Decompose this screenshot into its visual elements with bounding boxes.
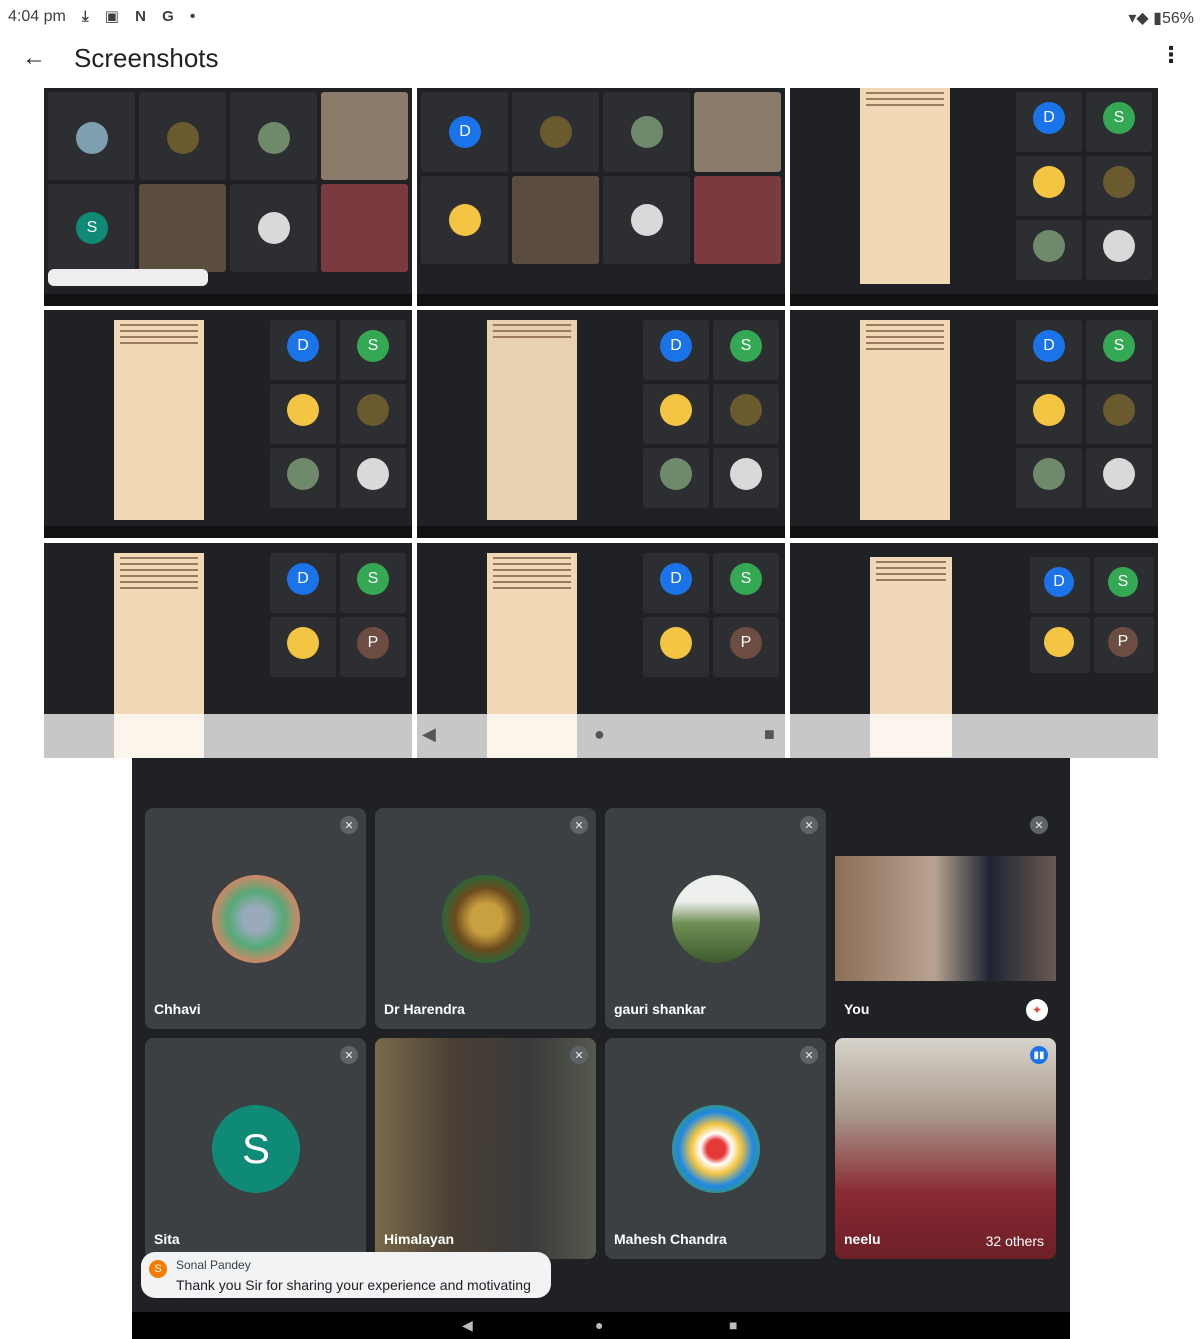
screenshot-thumbnail[interactable]: D S xyxy=(44,310,412,538)
video-feed xyxy=(835,856,1056,981)
nav-home-icon[interactable]: ● xyxy=(595,1317,603,1333)
avatar xyxy=(442,875,530,963)
participant-name: Sita xyxy=(154,1231,180,1247)
participant-tile[interactable]: ✕ Dr Harendra xyxy=(375,808,596,1029)
mic-off-icon: ✕ xyxy=(800,1046,818,1064)
page-title: Screenshots xyxy=(74,43,219,73)
participant-name: Chhavi xyxy=(154,1001,201,1017)
participant-tile[interactable]: ✕ Chhavi xyxy=(145,808,366,1029)
navigation-bar: ◀ ● ■ xyxy=(132,1312,1070,1339)
avatar: S xyxy=(212,1105,300,1193)
participant-name: Dr Harendra xyxy=(384,1001,465,1017)
mic-off-icon: ✕ xyxy=(570,1046,588,1064)
status-bar: 4:04 pm ⤓ ▣ N G • ▾◆ ▮56% xyxy=(0,0,1202,34)
nav-recents-icon[interactable]: ■ xyxy=(764,724,775,745)
nav-recents-icon[interactable]: ■ xyxy=(729,1317,737,1333)
nav-back-icon[interactable]: ◀ xyxy=(422,724,436,745)
participant-name: Mahesh Chandra xyxy=(614,1231,727,1247)
battery-percent: 56% xyxy=(1161,10,1194,27)
participant-name: You xyxy=(844,1001,870,1017)
screenshot-thumbnail[interactable]: S xyxy=(44,88,412,306)
chat-message-popup[interactable]: S Sonal Pandey Thank you Sir for sharing… xyxy=(141,1252,551,1309)
participant-tile[interactable]: ✕ Himalayan xyxy=(375,1038,596,1259)
screenshot-grid: S D D S D S D S D S D S P D S P D S P ◀ … xyxy=(44,88,1158,758)
others-count[interactable]: 32 others xyxy=(986,1233,1044,1249)
effects-icon[interactable]: ✦ xyxy=(1026,999,1048,1021)
avatar xyxy=(672,1105,760,1193)
participant-name: Himalayan xyxy=(384,1231,455,1247)
nav-home-icon[interactable]: ● xyxy=(594,724,605,745)
participant-tile[interactable]: ✕ Mahesh Chandra xyxy=(605,1038,826,1259)
grid-nav-overlay: ◀ ● ■ xyxy=(44,714,1158,758)
participant-tile[interactable]: ✕ gauri shankar xyxy=(605,808,826,1029)
app-bar: ← Screenshots ⋮ xyxy=(0,34,1202,86)
battery-indicator: ▾◆ ▮56% xyxy=(1128,10,1194,27)
more-options-icon[interactable]: ⋮ xyxy=(1160,42,1182,68)
notification-icons: ⤓ ▣ N G • xyxy=(82,8,202,25)
participant-tile[interactable]: ✕ You ✦ xyxy=(835,808,1056,1029)
video-feed xyxy=(835,1038,1056,1259)
mic-off-icon: ✕ xyxy=(340,816,358,834)
back-arrow-icon[interactable]: ← xyxy=(22,44,46,72)
mic-off-icon: ✕ xyxy=(570,816,588,834)
status-time: 4:04 pm xyxy=(8,8,66,25)
sender-avatar: S xyxy=(149,1260,167,1278)
avatar xyxy=(672,875,760,963)
chat-message: Thank you Sir for sharing your experienc… xyxy=(176,1277,531,1309)
nav-back-icon[interactable]: ◀ xyxy=(462,1317,473,1334)
mic-off-icon: ✕ xyxy=(340,1046,358,1064)
mic-off-icon: ✕ xyxy=(1030,816,1048,834)
screenshot-thumbnail[interactable]: D S xyxy=(790,310,1158,538)
avatar xyxy=(212,875,300,963)
screenshot-thumbnail[interactable]: D xyxy=(417,88,785,306)
screenshot-thumbnail[interactable]: D S xyxy=(417,310,785,538)
participant-tile[interactable]: ▮▮ neelu 32 others xyxy=(835,1038,1056,1259)
chat-sender: Sonal Pandey xyxy=(176,1258,251,1272)
speaking-indicator-icon: ▮▮ xyxy=(1030,1046,1048,1064)
mic-off-icon: ✕ xyxy=(800,816,818,834)
video-feed xyxy=(375,1038,596,1259)
screenshot-thumbnail[interactable]: D S xyxy=(790,88,1158,306)
participant-tile[interactable]: ✕ S Sita xyxy=(145,1038,366,1259)
participant-name: neelu xyxy=(844,1231,881,1247)
participant-name: gauri shankar xyxy=(614,1001,706,1017)
